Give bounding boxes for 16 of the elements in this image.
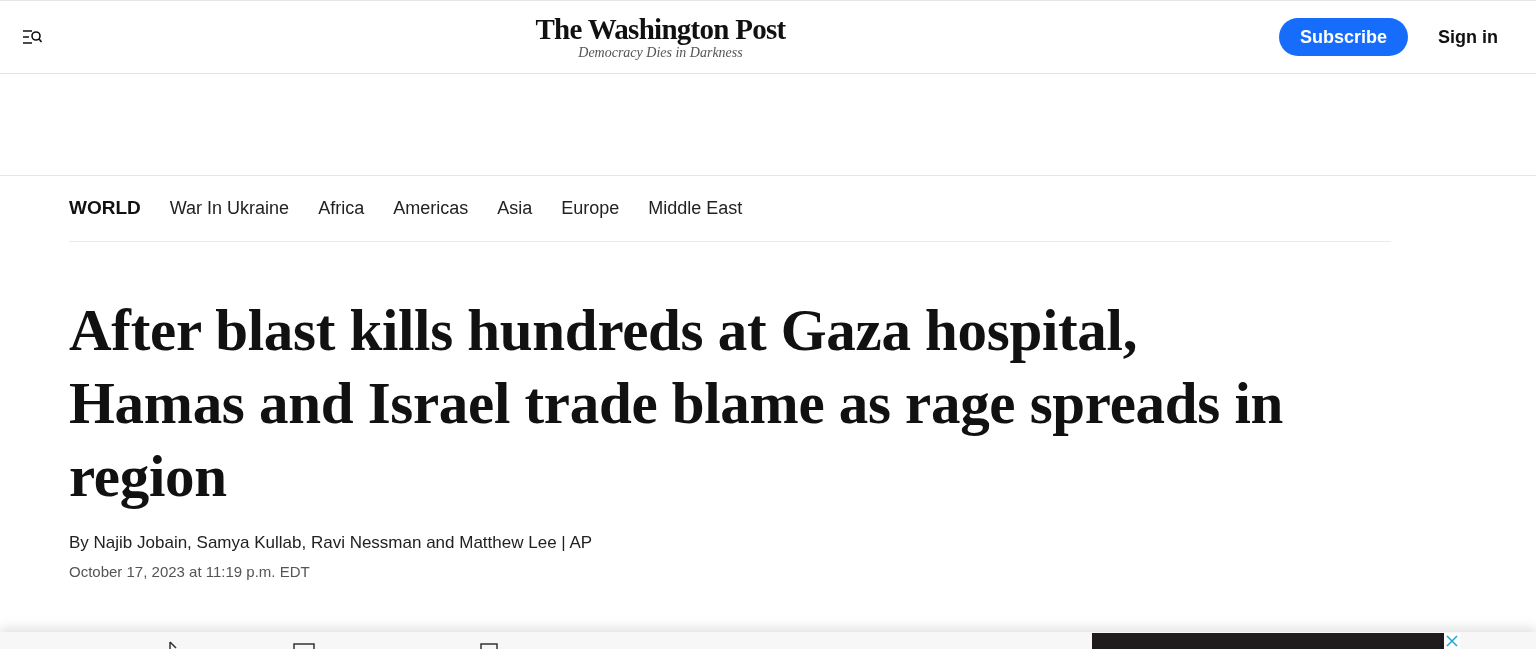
section-nav-link[interactable]: Europe bbox=[561, 195, 620, 222]
section-nav-link[interactable]: Middle East bbox=[648, 195, 743, 222]
section-nav-link[interactable]: Americas bbox=[393, 195, 469, 222]
sign-in-link[interactable]: Sign in bbox=[1438, 23, 1498, 51]
subscribe-button[interactable]: Subscribe bbox=[1279, 18, 1408, 56]
headline: After blast kills hundreds at Gaza hospital, Hamas and Israel trade blame as rage spreads in region bbox=[69, 296, 1284, 511]
close-icon[interactable] bbox=[1444, 633, 1460, 649]
timestamp: October 17, 2023 at 11:19 p.m. EDT bbox=[69, 561, 311, 582]
byline: By Najib Jobain, Samya Kullab, Ravi Nessman and Matthew Lee | AP bbox=[69, 532, 594, 554]
section-nav-link[interactable]: WORLD bbox=[69, 194, 141, 223]
tagline: Democracy Dies in Darkness bbox=[578, 45, 743, 61]
section-nav-link[interactable]: War In Ukraine bbox=[169, 195, 290, 222]
search-menu-icon[interactable] bbox=[22, 28, 42, 46]
section-nav-link[interactable]: Africa bbox=[318, 195, 365, 222]
section-nav-link[interactable]: Asia bbox=[497, 195, 533, 222]
logo[interactable]: The Washington Post bbox=[535, 13, 786, 45]
